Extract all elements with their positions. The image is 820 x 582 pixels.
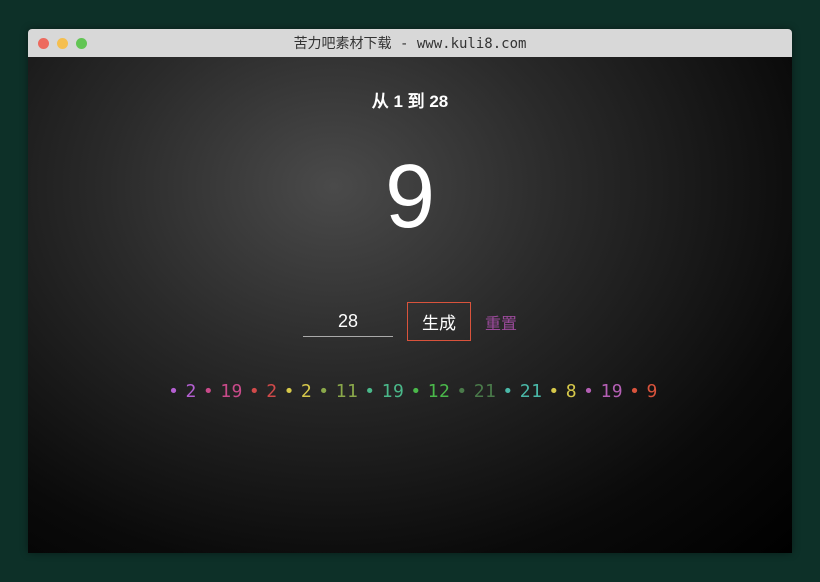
bullet-icon: • [410, 381, 421, 402]
history-item: • 21 [450, 381, 496, 402]
bullet-icon: • [629, 381, 640, 402]
bullet-icon: • [502, 381, 513, 402]
bullet-icon: • [456, 381, 467, 402]
traffic-lights [38, 38, 87, 49]
titlebar: 苦力吧素材下载 - www.kuli8.com [28, 29, 792, 57]
history-item: • 2 [243, 381, 278, 402]
minimize-icon[interactable] [57, 38, 68, 49]
history-item: • 21 [496, 381, 542, 402]
bullet-icon: • [583, 381, 594, 402]
history-item: • 2 [162, 381, 197, 402]
history-item: • 19 [197, 381, 243, 402]
history-value: 19 [382, 381, 405, 402]
history-value: 21 [474, 381, 497, 402]
bullet-icon: • [364, 381, 375, 402]
window-title: 苦力吧素材下载 - www.kuli8.com [28, 33, 792, 53]
history-value: 11 [336, 381, 359, 402]
range-heading: 从 1 到 28 [58, 87, 762, 112]
bullet-icon: • [203, 381, 214, 402]
generate-button[interactable]: 生成 [407, 302, 471, 341]
max-input[interactable] [303, 307, 393, 337]
history-value: 2 [266, 381, 277, 402]
reset-link[interactable]: 重置 [485, 310, 517, 334]
history-item: • 19 [358, 381, 404, 402]
bullet-icon: • [168, 381, 179, 402]
content-area: 从 1 到 28 9 生成 重置 • 2 • 19 • 2 • 2 • 11 •… [28, 57, 792, 422]
history-item: • 8 [542, 381, 577, 402]
history-value: 9 [646, 381, 657, 402]
bullet-icon: • [249, 381, 260, 402]
history-item: • 11 [312, 381, 358, 402]
history-value: 2 [186, 381, 197, 402]
history-list: • 2 • 19 • 2 • 2 • 11 • 19 • 12 • 21 • 2… [58, 381, 762, 402]
app-window: 苦力吧素材下载 - www.kuli8.com 从 1 到 28 9 生成 重置… [28, 29, 792, 553]
bullet-icon: • [284, 381, 295, 402]
bullet-icon: • [318, 381, 329, 402]
history-item: • 12 [404, 381, 450, 402]
history-item: • 19 [577, 381, 623, 402]
history-item: • 2 [278, 381, 313, 402]
history-value: 2 [301, 381, 312, 402]
controls-row: 生成 重置 [58, 302, 762, 341]
history-item: • 9 [623, 381, 658, 402]
history-value: 19 [600, 381, 623, 402]
history-value: 21 [520, 381, 543, 402]
current-number: 9 [58, 152, 762, 242]
bullet-icon: • [548, 381, 559, 402]
history-value: 12 [428, 381, 451, 402]
close-icon[interactable] [38, 38, 49, 49]
maximize-icon[interactable] [76, 38, 87, 49]
history-value: 8 [566, 381, 577, 402]
history-value: 19 [220, 381, 243, 402]
